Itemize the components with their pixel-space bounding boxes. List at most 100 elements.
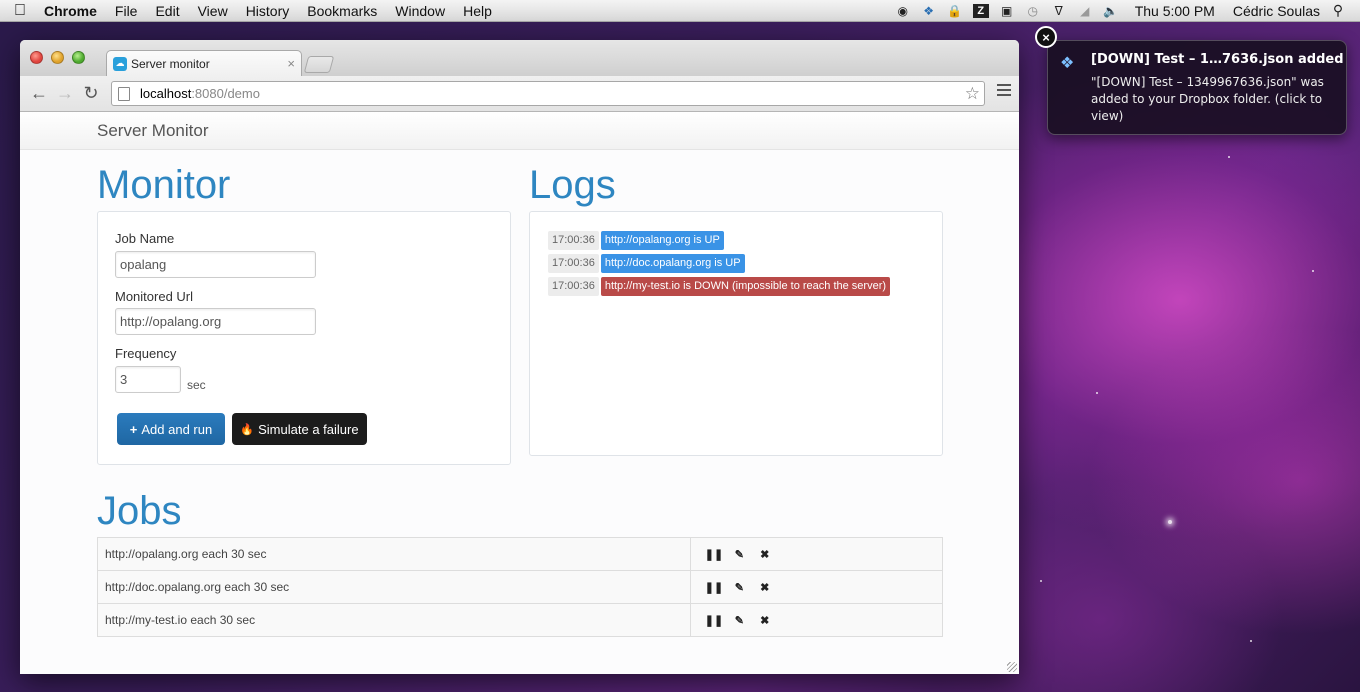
job-name-input[interactable]: [115, 251, 316, 278]
back-arrow-icon[interactable]: ←: [26, 81, 52, 107]
cloud-favicon-icon: ☁: [113, 56, 127, 71]
menu-edit[interactable]: Edit: [146, 3, 188, 19]
monitor-heading: Monitor: [97, 163, 231, 207]
browser-window: ☁ Server monitor × ← → ↻ localhost:8080/…: [20, 40, 1019, 674]
job-label: http://doc.opalang.org each 30 sec: [97, 570, 691, 604]
pause-icon[interactable]: ❚❚: [703, 581, 725, 594]
log-entry: 17:00:36 http://opalang.org is UP: [548, 231, 724, 250]
lock-icon[interactable]: 🔒: [947, 4, 963, 18]
edit-icon[interactable]: ✎: [728, 548, 750, 561]
table-row: http://my-test.io each 30 sec ❚❚ ✎ ✖: [97, 603, 943, 637]
chrome-menu-icon[interactable]: [997, 84, 1011, 99]
frequency-input[interactable]: [115, 366, 181, 393]
resize-grip[interactable]: [1007, 662, 1017, 672]
log-time: 17:00:36: [548, 254, 599, 273]
page-icon: [118, 86, 130, 101]
notification-title: [DOWN] Test – 1…7636.json added: [1091, 52, 1344, 67]
job-actions: ❚❚ ✎ ✖: [690, 537, 943, 571]
dropbox-icon[interactable]: ❖: [921, 4, 937, 18]
desktop-star: [1168, 520, 1172, 524]
menu-view[interactable]: View: [189, 3, 237, 19]
address-bar[interactable]: localhost:8080/demo ☆: [111, 81, 985, 106]
job-name-label: Job Name: [115, 231, 175, 246]
zeta-icon[interactable]: Z: [972, 3, 989, 18]
mac-menubar:  Chrome File Edit View History Bookmark…: [0, 0, 1360, 22]
pause-icon[interactable]: ❚❚: [703, 614, 725, 627]
monitored-url-input[interactable]: [115, 308, 316, 335]
desktop-star: [1312, 270, 1314, 272]
log-message-up: http://opalang.org is UP: [600, 231, 724, 250]
add-and-run-label: Add and run: [141, 421, 213, 437]
job-actions: ❚❚ ✎ ✖: [690, 603, 943, 637]
menu-help[interactable]: Help: [454, 3, 501, 19]
job-actions: ❚❚ ✎ ✖: [690, 570, 943, 604]
monitored-url-label: Monitored Url: [115, 289, 194, 304]
tab-close-icon[interactable]: ×: [287, 56, 295, 71]
menubar-user[interactable]: Cédric Soulas: [1233, 3, 1320, 19]
forward-arrow-icon[interactable]: →: [52, 81, 78, 107]
minimize-window-button[interactable]: [51, 51, 64, 64]
window-controls: [30, 51, 85, 64]
delete-icon[interactable]: ✖: [754, 614, 776, 627]
menubar-clock[interactable]: Thu 5:00 PM: [1135, 3, 1215, 19]
reload-icon[interactable]: ↻: [78, 81, 104, 107]
menu-file[interactable]: File: [106, 3, 147, 19]
desktop-star: [1040, 580, 1042, 582]
menu-app-chrome[interactable]: Chrome: [40, 3, 106, 19]
frequency-unit: sec: [187, 378, 206, 392]
volume-icon[interactable]: 🔈: [1103, 4, 1119, 18]
display-icon[interactable]: ▣: [999, 4, 1015, 18]
job-label: http://my-test.io each 30 sec: [97, 603, 691, 637]
desktop-star: [1250, 640, 1252, 642]
menu-window[interactable]: Window: [386, 3, 454, 19]
frequency-label: Frequency: [115, 346, 177, 361]
delete-icon[interactable]: ✖: [754, 548, 776, 561]
pause-icon[interactable]: ❚❚: [703, 548, 725, 561]
dropbox-notification[interactable]: ❖ [DOWN] Test – 1…7636.json added "[DOWN…: [1047, 40, 1347, 135]
close-window-button[interactable]: [30, 51, 43, 64]
logs-heading: Logs: [529, 163, 616, 207]
menu-history[interactable]: History: [237, 3, 299, 19]
apple-icon[interactable]: : [0, 2, 40, 20]
navbar: Server Monitor: [20, 112, 1019, 150]
spotlight-search-icon[interactable]: ⚲: [1330, 2, 1346, 18]
wifi-icon[interactable]: ◢: [1077, 4, 1093, 18]
log-entry: 17:00:36 http://doc.opalang.org is UP: [548, 254, 745, 273]
url-host: localhost: [140, 86, 192, 101]
monkey-icon[interactable]: ◉: [895, 4, 911, 18]
add-and-run-button[interactable]: + Add and run: [117, 413, 225, 445]
edit-icon[interactable]: ✎: [728, 581, 750, 594]
desktop-star: [1096, 392, 1098, 394]
notification-close-icon[interactable]: ×: [1035, 26, 1057, 48]
notification-body: "[DOWN] Test – 1349967636.json" was adde…: [1091, 75, 1324, 123]
tab-server-monitor[interactable]: ☁ Server monitor ×: [106, 50, 302, 76]
simulate-failure-label: Simulate a failure: [258, 421, 359, 437]
log-time: 17:00:36: [548, 231, 599, 250]
table-row: http://doc.opalang.org each 30 sec ❚❚ ✎ …: [97, 570, 943, 604]
monitor-form: Job Name Monitored Url Frequency sec + A…: [97, 211, 511, 465]
bluetooth-icon[interactable]: ᐁ: [1051, 4, 1067, 18]
edit-icon[interactable]: ✎: [728, 614, 750, 627]
url-path: :8080/demo: [191, 86, 260, 101]
job-label: http://opalang.org each 30 sec: [97, 537, 691, 571]
delete-icon[interactable]: ✖: [754, 581, 776, 594]
menu-bookmarks[interactable]: Bookmarks: [298, 3, 386, 19]
zoom-window-button[interactable]: [72, 51, 85, 64]
simulate-failure-button[interactable]: 🔥 Simulate a failure: [232, 413, 367, 445]
table-row: http://opalang.org each 30 sec ❚❚ ✎ ✖: [97, 537, 943, 571]
fire-icon: 🔥: [240, 423, 255, 436]
time-machine-icon[interactable]: ◷: [1025, 4, 1041, 18]
plus-icon: +: [129, 421, 138, 437]
bookmark-star-icon[interactable]: ☆: [965, 84, 980, 104]
brand-link[interactable]: Server Monitor: [97, 121, 208, 141]
dropbox-icon: ❖: [1060, 55, 1075, 72]
logs-panel: 17:00:36 http://opalang.org is UP 17:00:…: [529, 211, 943, 456]
log-message-down: http://my-test.io is DOWN (impossible to…: [600, 277, 891, 296]
tab-strip: ☁ Server monitor ×: [20, 40, 1019, 76]
web-page: Server Monitor Monitor Job Name Monitore…: [20, 112, 1019, 674]
jobs-heading: Jobs: [97, 489, 182, 533]
desktop-star: [1228, 156, 1230, 158]
new-tab-button[interactable]: [303, 56, 335, 73]
browser-toolbar: ← → ↻ localhost:8080/demo ☆: [20, 76, 1019, 112]
tab-title: Server monitor: [131, 56, 210, 71]
